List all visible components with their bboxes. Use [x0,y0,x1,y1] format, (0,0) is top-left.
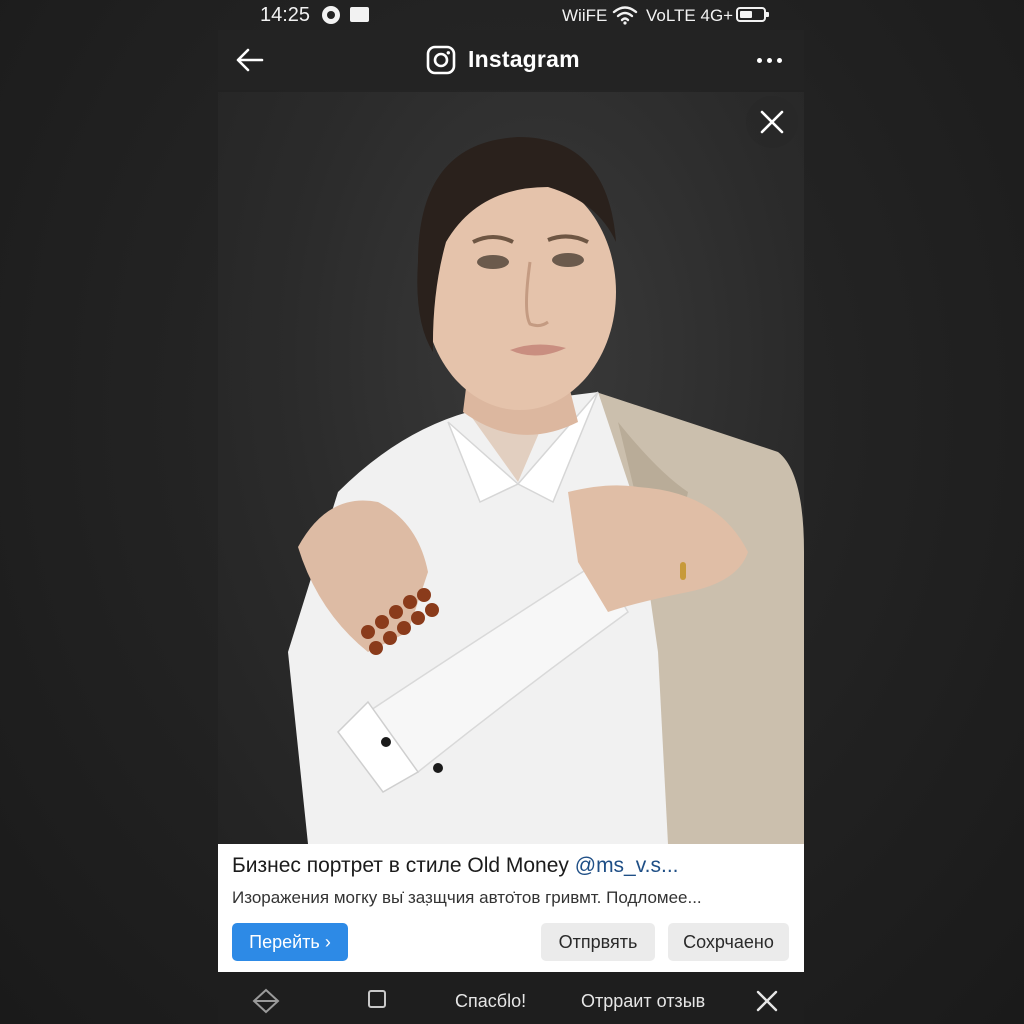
go-button-label: Перейть [249,932,320,952]
wifi-label: WiiFE [562,6,608,25]
portrait-illustration [288,137,804,844]
caption-card: Бизнес портрет в стиле Old Money @ms_v.s… [218,844,804,972]
wifi-icon [612,6,638,25]
status-time: 14:25 [260,4,311,26]
caption-title-line: Бизнес портрет в стиле Old Money @ms_v.s… [232,854,679,878]
send-button[interactable]: Отпрвять [541,923,655,961]
account-handle-link[interactable]: @ms_v.s... [575,854,679,877]
instagram-logo-icon [426,45,456,75]
saved-button[interactable]: Сохрчаено [668,923,789,961]
notification-app-icon [350,7,369,22]
battery-icon [736,7,769,22]
feedback-button[interactable]: Отрраит отзыв [581,991,705,1012]
chevron-right-icon: › [324,932,331,952]
arrow-left-icon[interactable] [232,42,268,78]
top-bar: Instagram [218,30,804,90]
network-label: VoLTE 4G+ [646,6,734,25]
status-bar: 14:25 WiiFE VoLTE 4G+ [218,0,804,30]
square-icon[interactable] [368,990,386,1008]
post-photo [218,92,804,844]
close-icon[interactable] [746,96,798,148]
caption-description: Изоражения могку вы̇ заз̣щчия авто̇тов г… [232,888,702,907]
rotate-diamond-icon[interactable] [252,988,280,1014]
bottom-bar: Спасбlo! Отрраит отзыв [218,972,804,1024]
app-title: Instagram [468,46,580,72]
more-dots-icon[interactable] [750,46,790,74]
post-title: Бизнес портрет в стиле Old Money [232,854,569,877]
notification-bubble-icon [322,6,340,24]
go-button[interactable]: Перейть › [232,923,348,961]
dismiss-close-icon[interactable] [755,989,779,1013]
thanks-button[interactable]: Спасбlo! [455,991,526,1012]
